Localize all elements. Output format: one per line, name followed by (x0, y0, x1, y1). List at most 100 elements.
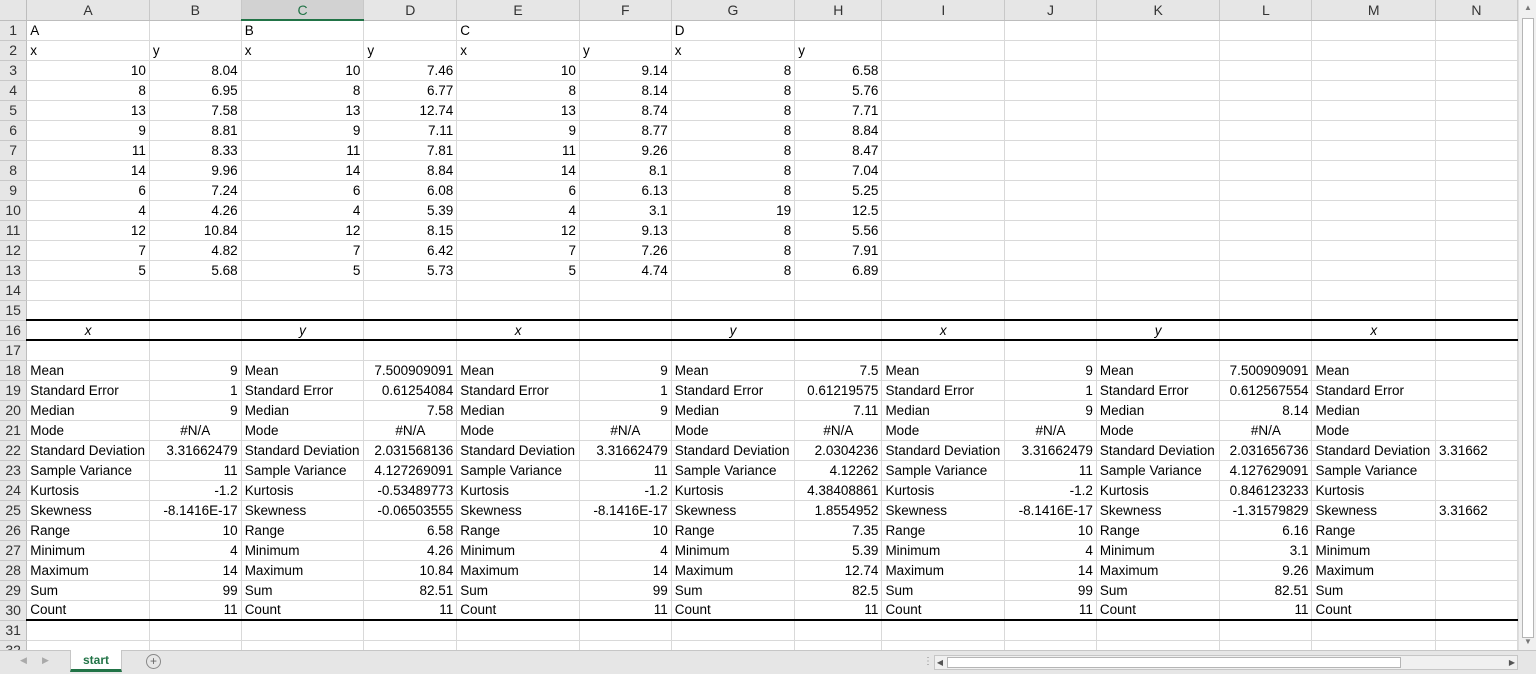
cell-J21[interactable]: #N/A (1004, 420, 1097, 441)
spreadsheet-grid[interactable]: ABCDEFGHIJKLMN 1 A B C D 2 x y x y x y x y 3 10 8.04 10 7.… (0, 0, 1518, 650)
cell-B27[interactable]: 4 (149, 540, 242, 561)
cell-J30[interactable]: 11 (1004, 600, 1097, 621)
cell-J28[interactable]: 14 (1004, 560, 1097, 581)
cell-D1[interactable] (363, 20, 458, 41)
cell-A30[interactable]: Count (26, 600, 150, 621)
cell-G15[interactable] (671, 300, 796, 321)
cell-B31[interactable] (149, 620, 242, 641)
cell-C26[interactable]: Range (241, 520, 365, 541)
column-header-F[interactable]: F (579, 0, 672, 21)
row-header-2[interactable]: 2 (0, 40, 28, 61)
row-header-4[interactable]: 4 (0, 80, 28, 101)
cell-L4[interactable] (1219, 80, 1313, 101)
cell-L28[interactable]: 9.26 (1219, 560, 1313, 581)
cell-B18[interactable]: 9 (149, 360, 242, 381)
cell-J12[interactable] (1004, 240, 1097, 261)
cell-J6[interactable] (1004, 120, 1097, 141)
cell-M16[interactable]: x (1311, 319, 1436, 341)
cell-C21[interactable]: Mode (241, 420, 365, 441)
cell-H5[interactable]: 7.71 (794, 100, 883, 121)
cell-E2[interactable]: x (456, 40, 580, 61)
cell-I18[interactable]: Mean (881, 360, 1006, 381)
cell-E29[interactable]: Sum (456, 580, 580, 601)
scroll-down-icon[interactable]: ▼ (1519, 634, 1536, 650)
cell-K18[interactable]: Mean (1096, 360, 1221, 381)
cell-table[interactable]: ABCDEFGHIJKLMN 1 A B C D 2 x y x y x y x y 3 10 8.04 10 7.… (0, 0, 1518, 650)
cell-H3[interactable]: 6.58 (794, 60, 883, 81)
cell-A15[interactable] (26, 300, 150, 321)
cell-H31[interactable] (794, 620, 883, 641)
cell-I21[interactable]: Mode (881, 420, 1006, 441)
cell-F28[interactable]: 14 (579, 560, 672, 581)
cell-K26[interactable]: Range (1096, 520, 1221, 541)
cell-M22[interactable]: Standard Deviation (1311, 440, 1436, 461)
cell-K24[interactable]: Kurtosis (1096, 480, 1221, 501)
row-header-11[interactable]: 11 (0, 220, 28, 241)
cell-L2[interactable] (1219, 40, 1313, 61)
row-header-10[interactable]: 10 (0, 200, 28, 221)
scroll-left-icon[interactable]: ◀ (935, 656, 945, 669)
cell-A24[interactable]: Kurtosis (26, 480, 150, 501)
cell-D27[interactable]: 4.26 (363, 540, 458, 561)
cell-L19[interactable]: 0.612567554 (1219, 380, 1313, 401)
cell-L24[interactable]: 0.846123233 (1219, 480, 1313, 501)
cell-I19[interactable]: Standard Error (881, 380, 1006, 401)
cell-B15[interactable] (149, 300, 242, 321)
cell-L6[interactable] (1219, 120, 1313, 141)
cell-E25[interactable]: Skewness (456, 500, 580, 521)
cell-C22[interactable]: Standard Deviation (241, 440, 365, 461)
cell-D6[interactable]: 7.11 (363, 120, 458, 141)
cell-M10[interactable] (1311, 200, 1436, 221)
cell-F31[interactable] (579, 620, 672, 641)
cell-B24[interactable]: -1.2 (149, 480, 242, 501)
cell-E19[interactable]: Standard Error (456, 380, 580, 401)
cell-N11[interactable] (1435, 220, 1518, 241)
cell-J2[interactable] (1004, 40, 1097, 61)
column-header-D[interactable]: D (363, 0, 458, 21)
cell-J13[interactable] (1004, 260, 1097, 281)
cell-B29[interactable]: 99 (149, 580, 242, 601)
horizontal-scrollbar[interactable]: ◀ ▶ (934, 655, 1518, 670)
cell-I8[interactable] (881, 160, 1006, 181)
cell-C12[interactable]: 7 (241, 240, 365, 261)
column-header-I[interactable]: I (881, 0, 1006, 21)
cell-L18[interactable]: 7.500909091 (1219, 360, 1313, 381)
cell-K23[interactable]: Sample Variance (1096, 460, 1221, 481)
cell-H1[interactable] (794, 20, 883, 41)
cell-I23[interactable]: Sample Variance (881, 460, 1006, 481)
cell-D3[interactable]: 7.46 (363, 60, 458, 81)
cell-L7[interactable] (1219, 140, 1313, 161)
cell-D30[interactable]: 11 (363, 600, 458, 621)
prev-sheet-icon[interactable]: ◀ (20, 655, 27, 666)
cell-J10[interactable] (1004, 200, 1097, 221)
cell-I30[interactable]: Count (881, 600, 1006, 621)
column-header-M[interactable]: M (1311, 0, 1436, 21)
cell-F13[interactable]: 4.74 (579, 260, 672, 281)
row-header-19[interactable]: 19 (0, 380, 28, 401)
row-header-30[interactable]: 30 (0, 600, 28, 621)
cell-B32[interactable] (149, 640, 242, 650)
cell-E15[interactable] (456, 300, 580, 321)
cell-N27[interactable] (1435, 540, 1518, 561)
cell-L13[interactable] (1219, 260, 1313, 281)
cell-M32[interactable] (1311, 640, 1436, 650)
cell-G26[interactable]: Range (671, 520, 796, 541)
cell-C13[interactable]: 5 (241, 260, 365, 281)
cell-E6[interactable]: 9 (456, 120, 580, 141)
cell-C24[interactable]: Kurtosis (241, 480, 365, 501)
cell-D7[interactable]: 7.81 (363, 140, 458, 161)
cell-B8[interactable]: 9.96 (149, 160, 242, 181)
cell-H17[interactable] (794, 340, 883, 361)
cell-A3[interactable]: 10 (26, 60, 150, 81)
cell-C3[interactable]: 10 (241, 60, 365, 81)
cell-H15[interactable] (794, 300, 883, 321)
cell-L27[interactable]: 3.1 (1219, 540, 1313, 561)
cell-B12[interactable]: 4.82 (149, 240, 242, 261)
cell-K7[interactable] (1096, 140, 1221, 161)
cell-K11[interactable] (1096, 220, 1221, 241)
cell-M9[interactable] (1311, 180, 1436, 201)
cell-C29[interactable]: Sum (241, 580, 365, 601)
cell-K10[interactable] (1096, 200, 1221, 221)
cell-N20[interactable] (1435, 400, 1518, 421)
cell-B2[interactable]: y (149, 40, 242, 61)
